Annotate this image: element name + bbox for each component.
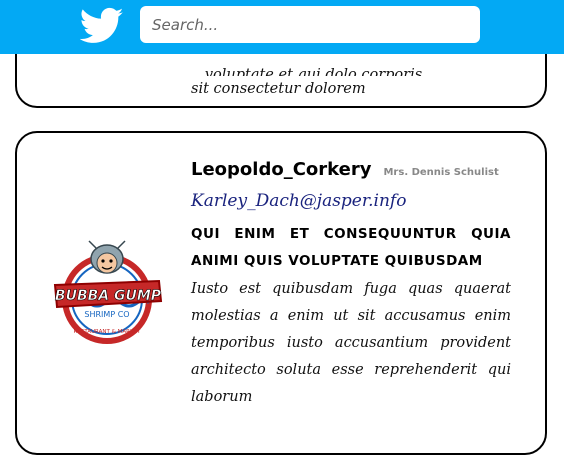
- post-title: QUI ENIM ET CONSEQUUNTUR QUIA ANIMI QUIS…: [191, 226, 511, 269]
- post-body-previous: ...voluptate et qui dolo corporis sit co…: [191, 62, 511, 103]
- post-full-name: Mrs. Dennis Schulist: [383, 167, 499, 178]
- post-header: Leopoldo_Corkery Mrs. Dennis Schulist: [191, 159, 511, 180]
- search-input[interactable]: [140, 6, 480, 43]
- svg-text:RESTAURANT & MARKET: RESTAURANT & MARKET: [74, 329, 142, 335]
- top-bar: [0, 0, 564, 54]
- svg-text:SHRIMP CO: SHRIMP CO: [84, 310, 129, 319]
- bubba-gump-logo: BUBBA GUMP SHRIMP CO RESTAURANT & MARKET: [53, 240, 162, 344]
- post-body: Iusto est quibusdam fuga quas quaerat mo…: [191, 276, 511, 411]
- twitter-bird-icon[interactable]: [80, 7, 124, 45]
- post-card: BUBBA GUMP SHRIMP CO RESTAURANT & MARKET…: [15, 131, 547, 455]
- post-email[interactable]: Karley_Dach@jasper.info: [191, 191, 511, 211]
- svg-text:BUBBA GUMP: BUBBA GUMP: [55, 288, 162, 304]
- post-username[interactable]: Leopoldo_Corkery: [191, 159, 371, 180]
- post-body-text: Iusto est quibusdam fuga quas quaerat mo…: [191, 281, 511, 405]
- post-body-last-line: sit consectetur dolorem: [191, 81, 366, 97]
- post-body-partial-line: ...voluptate et qui dolo corporis: [191, 67, 423, 76]
